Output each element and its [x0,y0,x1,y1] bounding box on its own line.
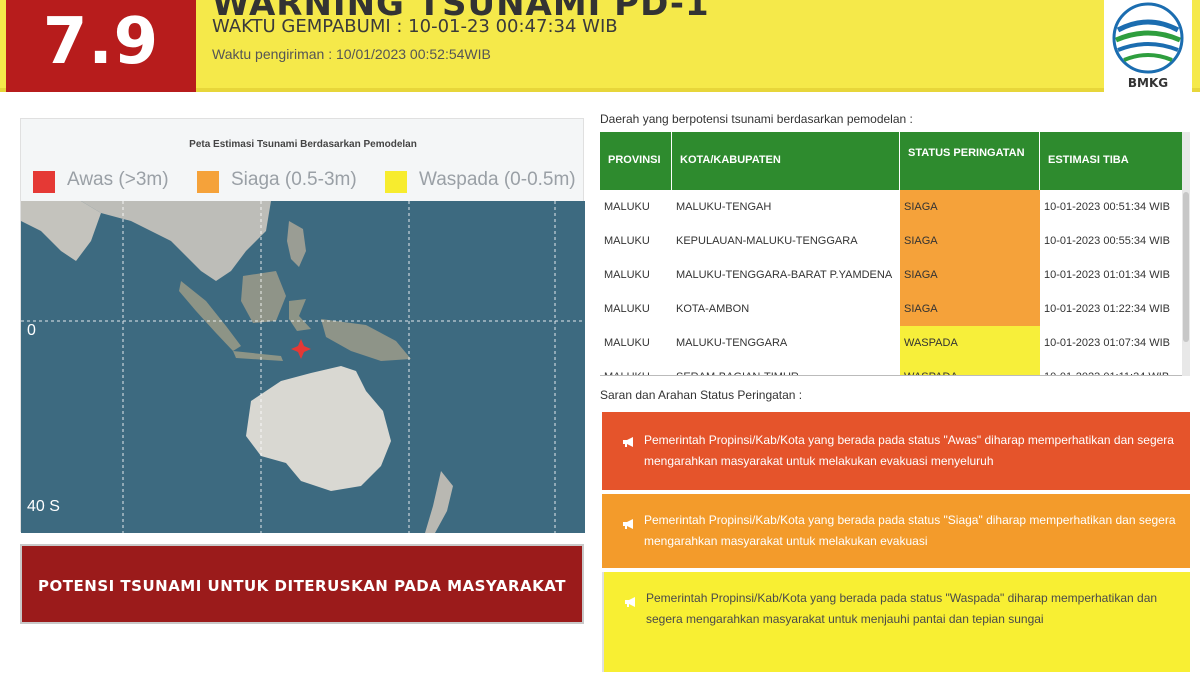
bmkg-emblem-icon [1112,2,1184,74]
magnitude-badge: 7.9 [6,0,196,92]
header-kota: KOTA/KABUPATEN [672,132,900,190]
send-time: Waktu pengiriman : 10/01/2023 00:52:54WI… [212,46,491,62]
scrollbar-thumb[interactable] [1183,192,1189,342]
legend-swatch-awas [33,171,55,193]
legend-swatch-siaga [197,171,219,193]
map-title: Peta Estimasi Tsunami Berdasarkan Pemode… [189,139,417,150]
table-row[interactable]: MALUKU MALUKU-TENGGARA WASPADA 10-01-2023 0… [600,326,1190,360]
cell-province: MALUKU [604,337,650,349]
map-legend: Awas (>3m) Siaga (0.5-3m) Waspada (0-0.5… [21,163,585,197]
advice-waspada: Pemerintah Propinsi/Kab/Kota yang berada… [602,572,1190,672]
cell-province: MALUKU [604,235,650,247]
megaphone-icon [623,437,633,447]
cell-city: KEPULAUAN-MALUKU-TENGGARA [676,235,858,247]
regions-label: Daerah yang berpotensi tsunami berdasark… [600,112,913,126]
table-scrollbar[interactable] [1182,132,1190,376]
cell-eta: 10-01-2023 00:51:34 WIB [1044,201,1170,213]
cell-status: WASPADA [900,360,1040,375]
cell-province: MALUKU [600,360,672,375]
advice-siaga: Pemerintah Propinsi/Kab/Kota yang berada… [602,494,1190,568]
table-row[interactable]: MALUKUSERAM-BAGIAN-TIMURWASPADA10-01-202… [600,360,1190,375]
earthquake-time: WAKTU GEMPABUMI : 10-01-23 00:47:34 WIB [212,16,618,37]
cell-status: SIAGA [900,224,1040,258]
tsunami-warning-page: 7.9 WARNING TSUNAMI PD-1 WAKTU GEMPABUMI… [0,0,1200,675]
cell-city: MALUKU-TENGAH [676,201,772,213]
regions-table[interactable]: PROVINSI KOTA/KABUPATEN STATUS PERINGATA… [600,132,1190,376]
cell-province: MALUKU [604,201,650,213]
table-row[interactable]: MALUKU KEPULAUAN-MALUKU-TENGGARA SIAGA 10-0… [600,224,1190,258]
cell-province: MALUKU [604,303,650,315]
advice-label: Saran dan Arahan Status Peringatan : [600,388,803,402]
cell-eta: 10-01-2023 01:11:34 WIB [1040,360,1190,375]
table-header: PROVINSI KOTA/KABUPATEN STATUS PERINGATA… [600,132,1190,190]
table-row[interactable]: MALUKU KOTA-AMBON SIAGA 10-01-2023 01:22:34… [600,292,1190,326]
cell-status: WASPADA [900,326,1040,360]
advice-awas-text: Pemerintah Propinsi/Kab/Kota yang berada… [644,433,1174,468]
cell-status: SIAGA [900,190,1040,224]
lat-label-40s: 40 S [27,498,60,515]
table-row[interactable]: MALUKU MALUKU-TENGGARA-BARAT P.YAMDENA SIA… [600,258,1190,292]
cell-eta: 10-01-2023 01:07:34 WIB [1044,337,1170,349]
legend-label-awas: Awas (>3m) [67,169,169,190]
advice-siaga-text: Pemerintah Propinsi/Kab/Kota yang berada… [644,513,1176,548]
header-estimasi: ESTIMASI TIBA [1048,154,1129,166]
cell-city: MALUKU-TENGGARA [676,337,788,349]
cell-eta: 10-01-2023 01:01:34 WIB [1044,269,1170,281]
megaphone-icon [625,597,635,607]
megaphone-icon [623,519,633,529]
cell-eta: 10-01-2023 00:55:34 WIB [1044,235,1170,247]
cell-city: MALUKU-TENGGARA-BARAT P.YAMDENA [676,269,893,281]
header-status: STATUS PERINGATAN [900,132,1040,190]
cell-status: SIAGA [900,258,1040,292]
header-provinsi: PROVINSI [600,132,672,190]
advice-awas: Pemerintah Propinsi/Kab/Kota yang berada… [602,412,1190,490]
tsunami-map-panel: Peta Estimasi Tsunami Berdasarkan Pemode… [20,118,585,533]
forward-to-public-button[interactable]: POTENSI TSUNAMI UNTUK DITERUSKAN PADA MA… [20,544,584,624]
cell-province: MALUKU [604,269,650,281]
table-row[interactable]: MALUKU MALUKU-TENGAH SIAGA 10-01-2023 00:51… [600,190,1190,224]
bmkg-logo-text: BMKG [1127,76,1169,90]
header-bar: 7.9 WARNING TSUNAMI PD-1 WAKTU GEMPABUMI… [0,0,1200,92]
legend-label-waspada: Waspada (0-0.5m) [419,169,576,190]
legend-swatch-waspada [385,171,407,193]
advice-waspada-text: Pemerintah Propinsi/Kab/Kota yang berada… [646,591,1158,626]
bmkg-logo: BMKG [1104,0,1192,92]
lat-label-equator: 0 [27,322,36,339]
tsunami-map[interactable]: 0 40 S [21,201,585,533]
cell-city: KOTA-AMBON [676,303,750,315]
legend-label-siaga: Siaga (0.5-3m) [231,169,357,190]
cell-status: SIAGA [900,292,1040,326]
cell-city: SERAM-BAGIAN-TIMUR [672,360,900,375]
cell-eta: 10-01-2023 01:22:34 WIB [1044,303,1170,315]
